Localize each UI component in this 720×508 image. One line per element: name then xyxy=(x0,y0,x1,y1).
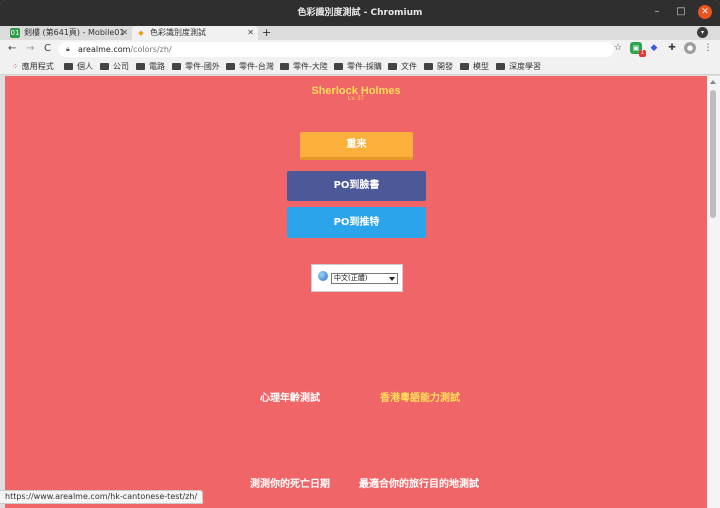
bookmark-folder[interactable]: 電路 xyxy=(136,59,165,75)
folder-icon xyxy=(172,63,181,70)
bookmark-apps[interactable]: ⁘ 應用程式 xyxy=(12,59,54,75)
scroll-thumb[interactable] xyxy=(710,90,716,218)
extensions-puzzle-icon[interactable]: ✚ xyxy=(666,42,678,54)
minimize-button[interactable]: – xyxy=(650,5,664,19)
bookmark-folder[interactable]: 零件-國外 xyxy=(172,59,220,75)
address-bar[interactable]: 🔒︎ arealme.com/colors/zh/ xyxy=(58,42,614,57)
browser-window: 色彩識別度測試 - Chromium – □ ✕ 01 剣樓 (第641頁) -… xyxy=(0,0,720,508)
folder-icon xyxy=(496,63,505,70)
bookmark-label: 應用程式 xyxy=(21,62,54,71)
bookmark-folder[interactable]: 模型 xyxy=(460,59,489,75)
bookmark-folder[interactable]: 零件-台灣 xyxy=(226,59,274,75)
fox-favicon-icon: ◆ xyxy=(138,29,144,37)
folder-icon xyxy=(460,63,469,70)
tab-label: 色彩識別度測試 xyxy=(150,28,206,37)
tab-mobile01[interactable]: 01 剣樓 (第641頁) - Mobile01 ✕ xyxy=(6,26,132,40)
close-tab-icon[interactable]: ✕ xyxy=(121,26,128,40)
bookmark-label: 零件-台灣 xyxy=(239,62,274,71)
page-content: Sherlock Holmes Lv. 37 重来 PO到臉書 PO到推特 中文… xyxy=(5,76,707,508)
folder-icon xyxy=(280,63,289,70)
navigation-toolbar: ← → C 🔒︎ arealme.com/colors/zh/ ☆ ▣ 1 ◆ ✚… xyxy=(0,40,720,59)
url-host: arealme.com xyxy=(78,45,131,54)
bookmark-label: 零件-採購 xyxy=(347,62,382,71)
result-level: Lv. 37 xyxy=(348,96,364,102)
bookmark-label: 文件 xyxy=(401,62,417,71)
folder-icon xyxy=(424,63,433,70)
apps-grid-icon: ⁘ xyxy=(12,62,19,71)
bookmarks-bar: ⁘ 應用程式 個人 公司 電路 零件-國外 零件-台灣 零件-大陸 零件-採購 文… xyxy=(0,59,720,75)
tab-label: 剣樓 (第641頁) - Mobile01 xyxy=(24,28,125,37)
bookmark-label: 零件-大陸 xyxy=(293,62,328,71)
profile-avatar-icon[interactable]: ● xyxy=(684,42,696,54)
bookmark-folder[interactable]: 開發 xyxy=(424,59,453,75)
forward-button[interactable]: → xyxy=(26,42,34,56)
extension-diamond-icon[interactable]: ◆ xyxy=(648,42,660,54)
mobile01-favicon-icon: 01 xyxy=(10,28,20,38)
extension-green-icon[interactable]: ▣ 1 xyxy=(630,42,646,57)
globe-icon xyxy=(318,271,328,281)
folder-icon xyxy=(100,63,109,70)
window-title: 色彩識別度測試 - Chromium xyxy=(297,8,423,18)
reload-button[interactable]: C xyxy=(44,42,51,56)
bookmark-folder[interactable]: 個人 xyxy=(64,59,93,75)
bookmark-label: 零件-國外 xyxy=(185,62,220,71)
bookmark-folder[interactable]: 零件-大陸 xyxy=(280,59,328,75)
folder-icon xyxy=(226,63,235,70)
window-controls: – □ ✕ xyxy=(650,5,712,19)
bookmark-label: 電路 xyxy=(149,62,165,71)
menu-kebab-icon[interactable]: ⋮ xyxy=(702,42,714,54)
bookmark-label: 開發 xyxy=(437,62,453,71)
status-bar: https://www.arealme.com/hk-cantonese-tes… xyxy=(0,490,204,504)
scroll-up-arrow-icon[interactable] xyxy=(710,80,716,84)
title-bar: 色彩識別度測試 - Chromium – □ ✕ xyxy=(0,0,720,26)
link-travel-destination-test[interactable]: 最適合你的旅行目的地測試 xyxy=(359,475,479,490)
vertical-scrollbar[interactable] xyxy=(707,76,720,508)
close-tab-icon[interactable]: ✕ xyxy=(247,26,254,40)
extension-badge: 1 xyxy=(639,50,646,57)
toolbar-icons: ☆ ▣ 1 ◆ ✚ ● ⋮ xyxy=(612,42,714,57)
bookmark-folder[interactable]: 文件 xyxy=(388,59,417,75)
url-path: /colors/zh/ xyxy=(130,45,172,54)
tab-color-test[interactable]: ◆ 色彩識別度測試 ✕ xyxy=(132,26,258,40)
folder-icon xyxy=(334,63,343,70)
bookmark-label: 公司 xyxy=(113,62,129,71)
lock-icon: 🔒︎ xyxy=(66,45,70,53)
link-cantonese-test[interactable]: 香港粵語能力測試 xyxy=(380,389,460,404)
bookmark-folder[interactable]: 公司 xyxy=(100,59,129,75)
folder-icon xyxy=(64,63,73,70)
tab-strip: 01 剣樓 (第641頁) - Mobile01 ✕ ◆ 色彩識別度測試 ✕ +… xyxy=(0,26,720,40)
maximize-button[interactable]: □ xyxy=(674,5,688,19)
bookmark-star-icon[interactable]: ☆ xyxy=(612,42,624,54)
link-death-date-test[interactable]: 測測你的死亡日期 xyxy=(250,475,330,490)
folder-icon xyxy=(136,63,145,70)
share-twitter-button[interactable]: PO到推特 xyxy=(287,207,426,238)
back-button[interactable]: ← xyxy=(8,42,16,56)
language-selected: 中文(正體) xyxy=(334,274,368,282)
bookmark-folder[interactable]: 零件-採購 xyxy=(334,59,382,75)
bookmark-label: 深度學習 xyxy=(509,62,541,71)
folder-icon xyxy=(388,63,397,70)
bookmark-folder[interactable]: 深度學習 xyxy=(496,59,541,75)
link-mental-age-test[interactable]: 心理年齡測試 xyxy=(260,389,320,404)
language-select[interactable]: 中文(正體) xyxy=(331,273,398,284)
language-picker: 中文(正體) xyxy=(311,264,403,292)
bookmark-label: 模型 xyxy=(473,62,489,71)
restart-button[interactable]: 重来 xyxy=(300,132,413,160)
chevron-down-icon xyxy=(389,277,395,281)
bookmark-label: 個人 xyxy=(77,62,93,71)
share-facebook-button[interactable]: PO到臉書 xyxy=(287,171,426,201)
new-tab-button[interactable]: + xyxy=(262,26,271,40)
tab-search-icon[interactable]: ▾ xyxy=(697,27,708,38)
close-window-button[interactable]: ✕ xyxy=(698,5,712,19)
